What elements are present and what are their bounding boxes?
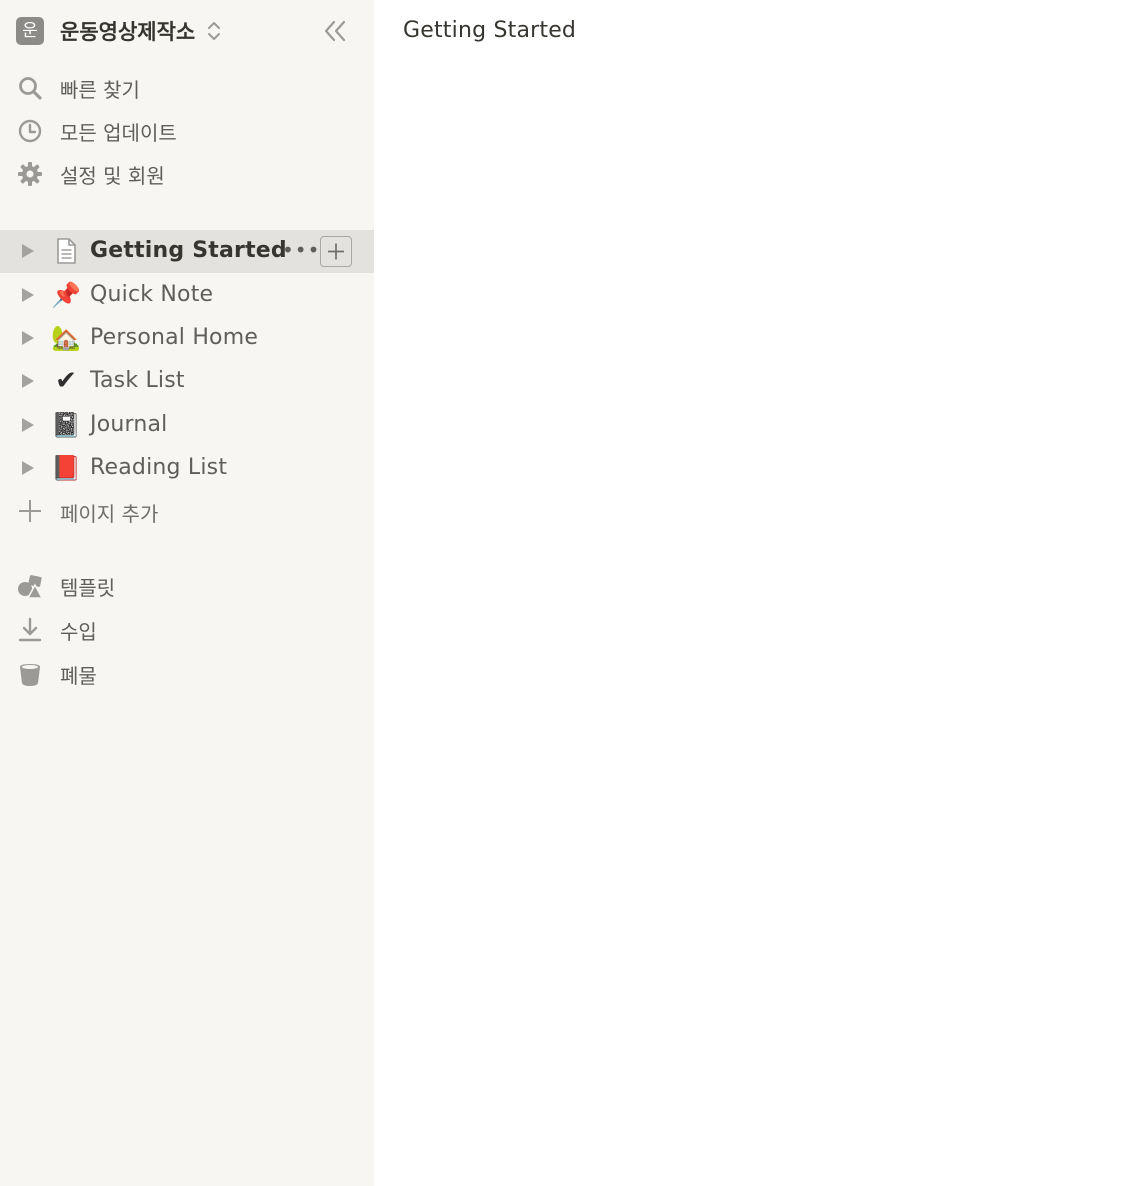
download-icon — [18, 617, 42, 642]
plus-icon — [19, 500, 41, 522]
expand-triangle-icon[interactable] — [22, 288, 34, 302]
workspace-header[interactable]: 운 운동영상제작소 — [0, 0, 374, 62]
menu-item-trash[interactable]: 폐물 — [0, 653, 374, 693]
page-item-label: Journal — [90, 412, 168, 437]
search-icon — [19, 77, 42, 100]
house-with-tree-icon: 🏡 — [51, 324, 81, 352]
expand-triangle-icon[interactable] — [22, 461, 34, 475]
plus-icon[interactable] — [320, 236, 352, 267]
notebook-icon: 📓 — [51, 411, 81, 439]
expand-triangle-icon[interactable] — [22, 331, 34, 345]
shapes-icon — [18, 575, 44, 599]
page-item-quick-note[interactable]: 📌 Quick Note — [0, 274, 374, 317]
gear-icon — [18, 162, 42, 186]
page-item-personal-home[interactable]: 🏡 Personal Home — [0, 317, 374, 360]
workspace-avatar: 운 — [16, 17, 44, 45]
pushpin-icon: 📌 — [51, 281, 81, 309]
page-item-label: Task List — [90, 368, 185, 393]
document-icon — [57, 238, 76, 264]
page-item-reading-list[interactable]: 📕 Reading List — [0, 447, 374, 490]
page-item-journal[interactable]: 📓 Journal — [0, 404, 374, 447]
sidebar: 운 운동영상제작소 빠른 찾기 모든 업데이트 설정 및 회원 Getting … — [0, 0, 374, 1186]
expand-triangle-icon[interactable] — [22, 374, 34, 388]
menu-item-label: 빠른 찾기 — [60, 78, 140, 102]
check-mark-icon: ✔ — [55, 366, 77, 396]
menu-item-quick-find[interactable]: 빠른 찾기 — [0, 67, 374, 107]
menu-item-label: 수입 — [60, 620, 97, 644]
page-item-label: Reading List — [90, 455, 228, 480]
page-item-label: Quick Note — [90, 282, 214, 307]
red-book-icon: 📕 — [51, 454, 81, 482]
menu-item-import[interactable]: 수입 — [0, 609, 374, 649]
page-item-getting-started[interactable]: Getting Started ••• — [0, 230, 374, 273]
expand-triangle-icon[interactable] — [22, 418, 34, 432]
menu-item-label: 폐물 — [60, 664, 97, 688]
page-item-label: Personal Home — [90, 325, 259, 350]
chevron-up-down-icon[interactable] — [205, 18, 223, 44]
add-page-button[interactable]: 페이지 추가 — [0, 491, 374, 531]
menu-item-label: 템플릿 — [60, 576, 116, 600]
expand-triangle-icon[interactable] — [22, 244, 34, 258]
clock-icon — [18, 119, 42, 143]
menu-item-templates[interactable]: 템플릿 — [0, 565, 374, 605]
menu-item-label: 모든 업데이트 — [60, 121, 177, 145]
breadcrumb-page-title[interactable]: Getting Started — [403, 18, 576, 43]
trash-icon — [20, 664, 40, 686]
workspace-name[interactable]: 운동영상제작소 — [60, 16, 195, 46]
more-horizontal-icon[interactable]: ••• — [282, 239, 319, 265]
menu-item-settings-members[interactable]: 설정 및 회원 — [0, 153, 374, 193]
menu-item-label: 설정 및 회원 — [60, 164, 165, 188]
page-item-task-list[interactable]: ✔ Task List — [0, 360, 374, 403]
page-item-label: Getting Started — [90, 238, 287, 263]
main-content: Getting Started — [374, 0, 1144, 1186]
double-chevron-left-icon[interactable] — [322, 18, 348, 44]
menu-item-all-updates[interactable]: 모든 업데이트 — [0, 110, 374, 150]
add-page-label: 페이지 추가 — [60, 502, 159, 526]
